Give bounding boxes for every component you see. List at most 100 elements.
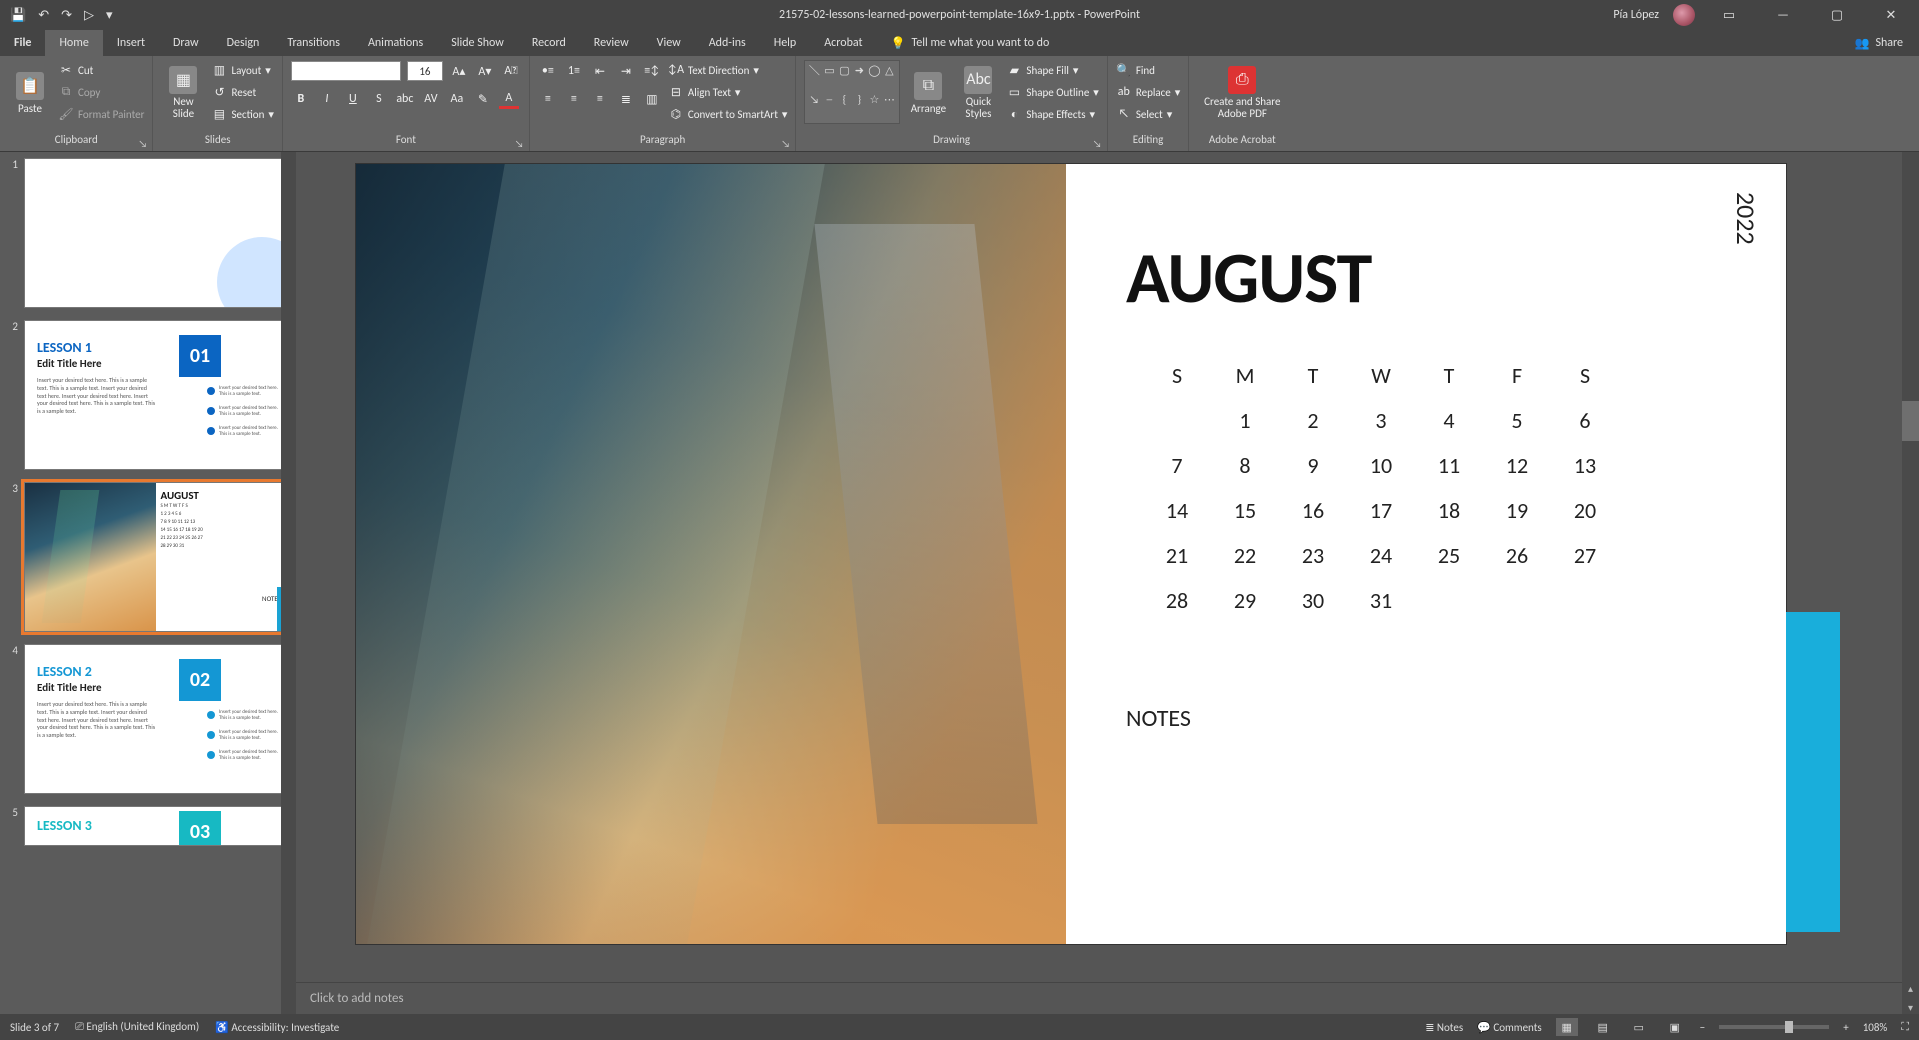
tab-insert[interactable]: Insert bbox=[103, 30, 159, 56]
slide-year[interactable]: 2022 bbox=[1730, 192, 1762, 245]
tab-addins[interactable]: Add-ins bbox=[695, 30, 760, 56]
align-center-button[interactable]: ≡ bbox=[564, 89, 584, 109]
clipboard-launcher-icon[interactable]: ↘ bbox=[138, 137, 150, 149]
tab-animations[interactable]: Animations bbox=[354, 30, 437, 56]
zoom-slider[interactable] bbox=[1719, 1025, 1829, 1029]
increase-indent-button[interactable]: ⇥ bbox=[616, 61, 636, 81]
prev-slide-icon[interactable]: ▴ bbox=[1908, 982, 1913, 995]
font-size-select[interactable]: 16 bbox=[407, 61, 443, 81]
quick-styles-button[interactable]: AbcQuick Styles bbox=[956, 60, 1000, 126]
char-spacing-button[interactable]: AV bbox=[421, 89, 441, 109]
thumbnail-slide-5[interactable]: 5 LESSON 3 03 bbox=[0, 800, 296, 852]
increase-font-icon[interactable]: A▴ bbox=[449, 61, 469, 81]
zoom-out-button[interactable]: − bbox=[1700, 1021, 1705, 1034]
drawing-launcher-icon[interactable]: ↘ bbox=[1093, 137, 1105, 149]
shape-outline-button[interactable]: ▭Shape Outline▾ bbox=[1006, 82, 1098, 102]
underline-button[interactable]: U bbox=[343, 89, 363, 109]
tell-me-search[interactable]: 💡Tell me what you want to do bbox=[877, 30, 1064, 56]
justify-button[interactable]: ≣ bbox=[616, 89, 636, 109]
reading-view-button[interactable]: ▭ bbox=[1628, 1018, 1650, 1036]
sorter-view-button[interactable]: ▤ bbox=[1592, 1018, 1614, 1036]
status-accessibility[interactable]: ♿ Accessibility: Investigate bbox=[215, 1021, 339, 1034]
select-button[interactable]: ↖Select▾ bbox=[1116, 104, 1180, 124]
editor-vertical-scrollbar[interactable] bbox=[1902, 152, 1919, 982]
tab-draw[interactable]: Draw bbox=[159, 30, 213, 56]
shape-effects-button[interactable]: ◐Shape Effects▾ bbox=[1006, 104, 1098, 124]
share-button[interactable]: 👥Share bbox=[1838, 30, 1919, 56]
slide-photo[interactable] bbox=[356, 164, 1066, 944]
close-button[interactable]: ✕ bbox=[1871, 0, 1911, 30]
tab-acrobat[interactable]: Acrobat bbox=[810, 30, 876, 56]
thumbnail-slide-4[interactable]: 4 LESSON 2 Edit Title Here 02 Insert you… bbox=[0, 638, 296, 800]
shape-fill-button[interactable]: ▰Shape Fill▾ bbox=[1006, 60, 1098, 80]
thumbnail-slide-3[interactable]: 3 AUGUST S M T W T F S 1 2 3 4 5 67 8 9 … bbox=[0, 476, 296, 638]
slide-calendar[interactable]: SMTWTFS123456789101112131415161718192021… bbox=[1126, 344, 1636, 632]
start-from-beginning-icon[interactable]: ▷ bbox=[84, 8, 94, 23]
slide-thumbnails-panel[interactable]: 1 SIMPLE LESSONS LEARNED PRESENTATION TE… bbox=[0, 152, 296, 1014]
user-avatar[interactable] bbox=[1673, 4, 1695, 26]
font-color-button[interactable]: A bbox=[499, 89, 519, 109]
tab-transitions[interactable]: Transitions bbox=[273, 30, 354, 56]
cut-button[interactable]: ✂Cut bbox=[58, 60, 144, 80]
thumbnail-slide-2[interactable]: 2 LESSON 1 Edit Title Here 01 Insert you… bbox=[0, 314, 296, 476]
qat-more-icon[interactable]: ▾ bbox=[106, 8, 113, 23]
tab-design[interactable]: Design bbox=[213, 30, 274, 56]
align-text-button[interactable]: ⊟Align Text▾ bbox=[668, 82, 788, 102]
tab-help[interactable]: Help bbox=[760, 30, 811, 56]
italic-button[interactable]: I bbox=[317, 89, 337, 109]
layout-button[interactable]: ▥Layout▾ bbox=[211, 60, 273, 80]
slideshow-view-button[interactable]: ▣ bbox=[1664, 1018, 1686, 1036]
line-spacing-button[interactable]: ≡↕ bbox=[642, 61, 662, 81]
format-painter-button[interactable]: 🖌Format Painter bbox=[58, 104, 144, 124]
thumbnails-scrollbar[interactable] bbox=[281, 152, 296, 1014]
section-button[interactable]: ▤Section▾ bbox=[211, 104, 273, 124]
slide-canvas[interactable]: 2022 AUGUST SMTWTFS123456789101112131415… bbox=[356, 164, 1786, 944]
new-slide-button[interactable]: ▦New Slide bbox=[161, 60, 205, 126]
align-right-button[interactable]: ≡ bbox=[590, 89, 610, 109]
status-slide-number[interactable]: Slide 3 of 7 bbox=[10, 1021, 59, 1034]
font-family-select[interactable] bbox=[291, 61, 401, 81]
arrange-button[interactable]: ⧉Arrange bbox=[906, 60, 950, 126]
strikethrough-button[interactable]: abc bbox=[395, 89, 415, 109]
undo-icon[interactable]: ↶ bbox=[38, 8, 49, 23]
bullets-button[interactable]: •≡ bbox=[538, 61, 558, 81]
tab-record[interactable]: Record bbox=[518, 30, 580, 56]
slide-accent-bar[interactable] bbox=[1786, 612, 1840, 932]
copy-button[interactable]: ⧉Copy bbox=[58, 82, 144, 102]
find-button[interactable]: 🔍Find bbox=[1116, 60, 1180, 80]
comments-toggle[interactable]: 💬 Comments bbox=[1477, 1021, 1542, 1034]
notes-pane[interactable]: Click to add notes bbox=[296, 982, 1902, 1014]
highlight-button[interactable]: ✎ bbox=[473, 89, 493, 109]
tab-home[interactable]: Home bbox=[45, 30, 102, 56]
numbering-button[interactable]: 1≡ bbox=[564, 61, 584, 81]
paragraph-launcher-icon[interactable]: ↘ bbox=[781, 137, 793, 149]
convert-smartart-button[interactable]: ⌬Convert to SmartArt▾ bbox=[668, 104, 788, 124]
next-slide-icon[interactable]: ▾ bbox=[1908, 1001, 1913, 1014]
bold-button[interactable]: B bbox=[291, 89, 311, 109]
thumbnail-slide-1[interactable]: 1 SIMPLE LESSONS LEARNED PRESENTATION TE… bbox=[0, 152, 296, 314]
fit-to-window-button[interactable]: ⛶ bbox=[1901, 1020, 1909, 1034]
shapes-gallery[interactable]: ＼▭▢➜◯△ ↘─{}☆⋯ bbox=[804, 60, 900, 124]
slide-notes-label[interactable]: NOTES bbox=[1126, 704, 1191, 733]
normal-view-button[interactable]: ▦ bbox=[1556, 1018, 1578, 1036]
create-share-pdf-button[interactable]: ⎙Create and Share Adobe PDF bbox=[1197, 60, 1287, 126]
save-icon[interactable]: 💾 bbox=[10, 8, 26, 23]
clear-formatting-icon[interactable]: A⃠ bbox=[501, 61, 521, 81]
font-launcher-icon[interactable]: ↘ bbox=[515, 137, 527, 149]
zoom-level[interactable]: 108% bbox=[1863, 1021, 1888, 1034]
minimize-button[interactable]: — bbox=[1763, 0, 1803, 30]
columns-button[interactable]: ▥ bbox=[642, 89, 662, 109]
decrease-indent-button[interactable]: ⇤ bbox=[590, 61, 610, 81]
tab-review[interactable]: Review bbox=[580, 30, 643, 56]
ribbon-display-options-icon[interactable]: ▭ bbox=[1709, 0, 1749, 30]
slide-month[interactable]: AUGUST bbox=[1126, 234, 1371, 322]
notes-toggle[interactable]: ≣ Notes bbox=[1425, 1021, 1463, 1034]
reset-button[interactable]: ↺Reset bbox=[211, 82, 273, 102]
shadow-button[interactable]: S bbox=[369, 89, 389, 109]
status-language[interactable]: ⎚ English (United Kingdom) bbox=[75, 1020, 199, 1034]
paste-button[interactable]: 📋Paste bbox=[8, 60, 52, 126]
tab-file[interactable]: File bbox=[0, 30, 45, 56]
tab-slideshow[interactable]: Slide Show bbox=[437, 30, 518, 56]
maximize-button[interactable]: ▢ bbox=[1817, 0, 1857, 30]
slide-editor[interactable]: 2022 AUGUST SMTWTFS123456789101112131415… bbox=[296, 152, 1919, 1014]
